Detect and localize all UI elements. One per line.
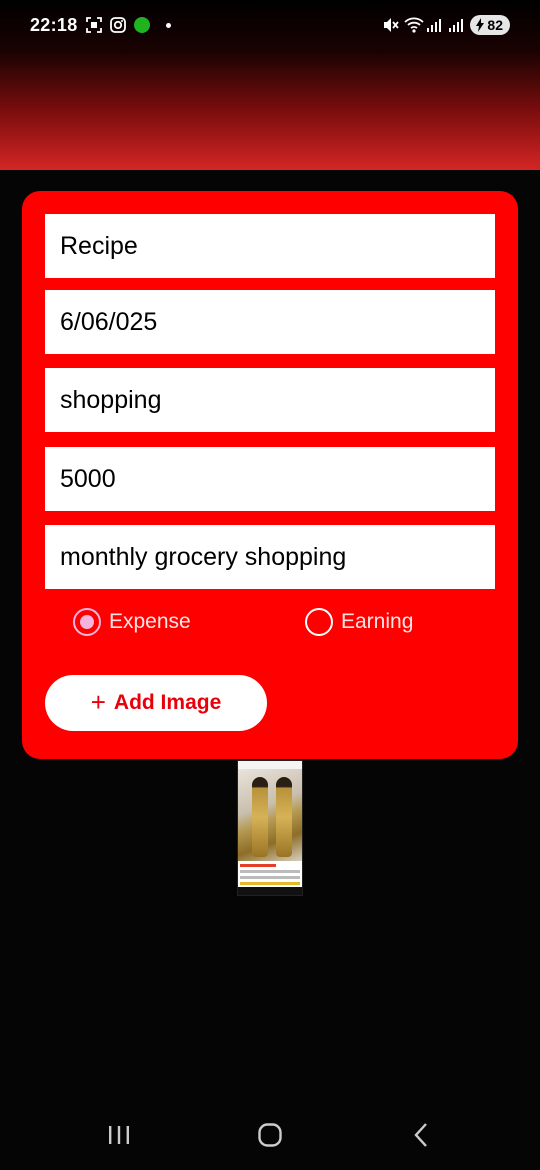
- recent-apps-icon[interactable]: [99, 1120, 139, 1150]
- mute-icon: [382, 17, 400, 33]
- expense-radio[interactable]: Expense: [73, 608, 191, 636]
- expense-label: Expense: [109, 610, 191, 633]
- instagram-icon: [109, 17, 126, 33]
- thumbnail-line: [240, 864, 276, 867]
- signal-icon: [448, 17, 464, 33]
- dot-icon: [165, 22, 171, 28]
- thumbnail-header: [238, 761, 302, 769]
- status-left: 22:18: [30, 15, 171, 36]
- wifi-icon: [404, 17, 425, 33]
- plus-icon: +: [90, 687, 106, 717]
- status-bar: 22:18 82: [0, 0, 540, 50]
- back-icon[interactable]: [401, 1120, 441, 1150]
- add-image-button[interactable]: + Add Image: [45, 675, 267, 731]
- thumbnail-figure: [276, 777, 292, 857]
- add-image-label: Add Image: [113, 691, 222, 714]
- earning-radio[interactable]: Earning: [305, 608, 413, 636]
- home-icon[interactable]: [250, 1120, 290, 1150]
- description-field[interactable]: monthly grocery shopping: [45, 525, 495, 589]
- battery-indicator: 82: [470, 15, 510, 35]
- thumbnail-footer: [238, 887, 302, 895]
- screenshot-icon: [85, 17, 102, 33]
- category-field[interactable]: shopping: [45, 368, 495, 432]
- amount-field[interactable]: 5000: [45, 447, 495, 511]
- status-right: 82: [382, 15, 510, 35]
- battery-level: 82: [487, 17, 503, 33]
- date-field[interactable]: 6/06/025: [45, 290, 495, 354]
- green-dot-icon: [133, 17, 150, 33]
- status-time: 22:18: [30, 14, 78, 35]
- attached-image-thumbnail[interactable]: [237, 760, 303, 896]
- radio-checked-icon: [73, 608, 101, 636]
- expense-form-card: Recipe 6/06/025 shopping 5000 monthly gr…: [22, 191, 518, 759]
- charging-icon: [476, 18, 485, 32]
- title-field[interactable]: Recipe: [45, 214, 495, 278]
- type-radio-group: Expense Earning: [22, 608, 518, 642]
- thumbnail-line: [240, 882, 300, 885]
- thumbnail-photo: [238, 769, 302, 861]
- thumbnail-line: [240, 870, 300, 873]
- signal-icon: [426, 17, 442, 33]
- radio-unchecked-icon: [305, 608, 333, 636]
- earning-label: Earning: [341, 610, 414, 633]
- thumbnail-line: [240, 876, 300, 879]
- navigation-bar: [0, 1100, 540, 1170]
- thumbnail-figure: [252, 777, 268, 857]
